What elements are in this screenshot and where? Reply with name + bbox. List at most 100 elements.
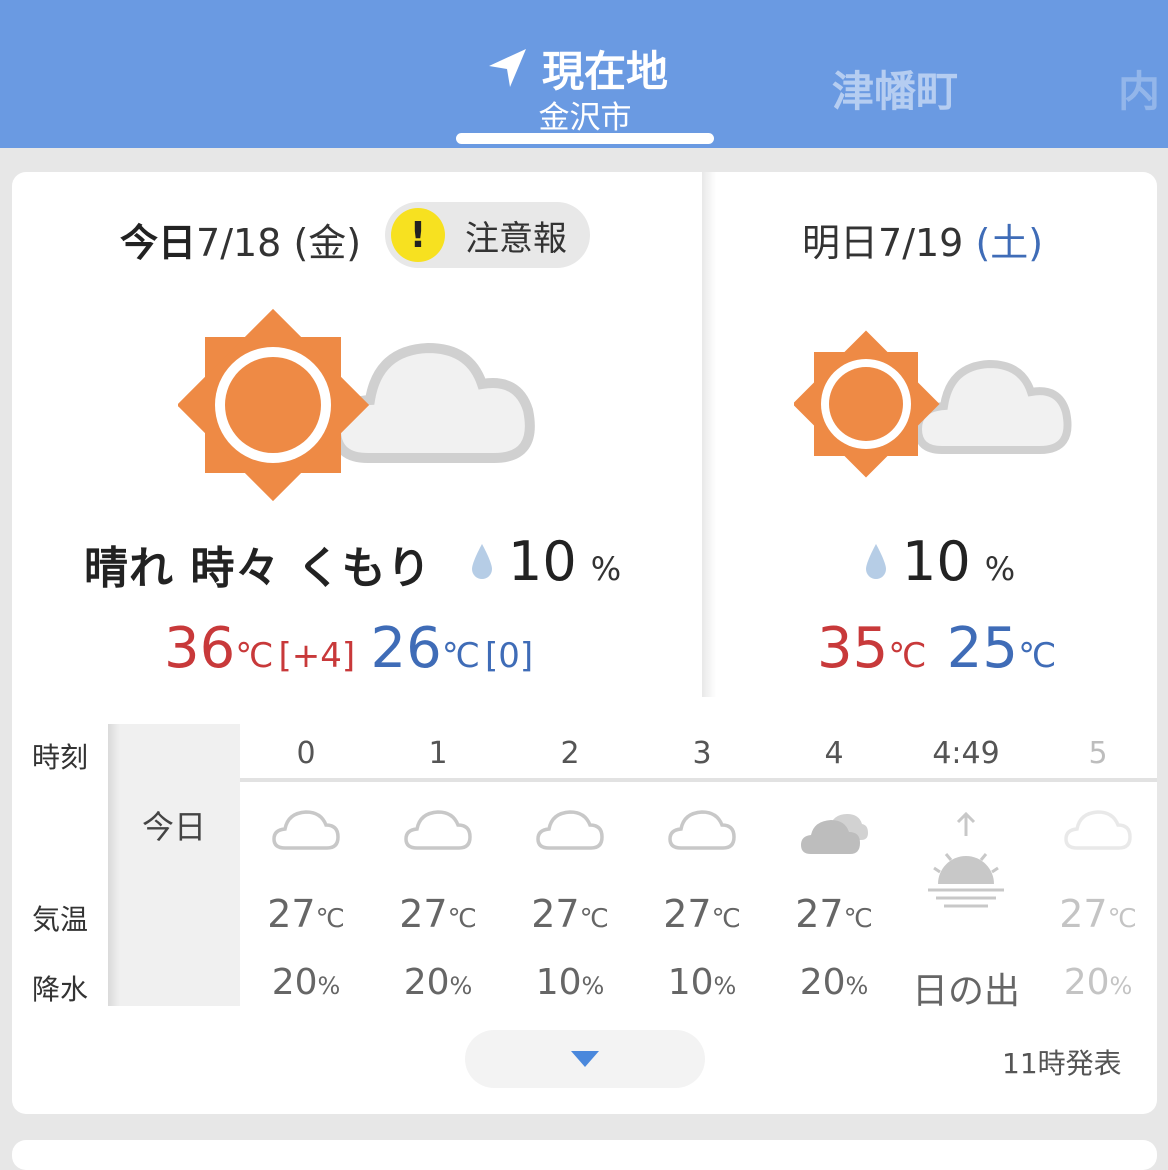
- today-high-unit: ℃: [235, 636, 274, 676]
- issued-time: 11時発表: [1002, 1047, 1122, 1080]
- today-high-value: 36: [164, 616, 236, 681]
- hour-column: 3 27℃ 10%: [636, 724, 768, 1006]
- hour-temp-unit: ℃: [447, 904, 477, 934]
- tomorrow-weekday: (土): [975, 221, 1044, 265]
- tab-current-location[interactable]: 現在地 金沢市: [456, 36, 714, 146]
- cloud-icon: [272, 810, 340, 850]
- hour-precip-value: 20: [1063, 962, 1110, 1003]
- today-low: 26℃ [0]: [370, 616, 533, 681]
- expand-forecast-button[interactable]: [465, 1030, 705, 1088]
- sun-cloud-icon: [178, 308, 535, 502]
- advisory-badge[interactable]: ! 注意報: [385, 202, 590, 268]
- today-low-diff: [0]: [485, 636, 534, 676]
- hourly-forecast[interactable]: 時刻 気温 降水 今日 0 27℃ 20% 1 27℃ 20% 2 27℃ 10…: [12, 724, 1157, 1024]
- hour-column: 2 27℃ 10%: [504, 724, 636, 1006]
- tab-tsubata[interactable]: 津幡町: [832, 58, 958, 119]
- hour-temp-unit: ℃: [843, 904, 873, 934]
- hour-precip-value: 20: [799, 962, 846, 1003]
- hour-precip-value: 10: [535, 962, 582, 1003]
- tomorrow-high-unit: ℃: [888, 636, 927, 676]
- hour-precip-unit: %: [317, 972, 341, 1000]
- hour-column: 1 27℃ 20%: [372, 724, 504, 1006]
- hour-precip: 20%: [240, 962, 372, 1003]
- hour-precip-unit: %: [713, 972, 737, 1000]
- current-location-title: 現在地: [542, 46, 669, 96]
- tomorrow-high-value: 35: [817, 616, 889, 681]
- tomorrow-low-unit: ℃: [1018, 636, 1057, 676]
- today-date: 7/18: [196, 221, 282, 265]
- hour-column: 4 27℃ 20%: [768, 724, 900, 1006]
- cloud-icon: [404, 810, 472, 850]
- today-rain-unit: %: [590, 550, 622, 588]
- hour-temp-value: 27: [1059, 892, 1108, 936]
- hour-temp-value: 27: [663, 892, 712, 936]
- hour-temp-unit: ℃: [579, 904, 609, 934]
- hour-precip: 10%: [504, 962, 636, 1003]
- hour-temp: 27℃: [1032, 892, 1157, 936]
- row-label-time: 時刻: [32, 741, 89, 774]
- hour-column-sunrise: 4:49 日の出: [900, 724, 1032, 1012]
- hour-time: 4:49: [932, 736, 1000, 771]
- cloud-icon: [536, 810, 604, 850]
- hour-temp: 27℃: [768, 892, 900, 936]
- tomorrow-rain-chance: 10%: [864, 530, 1015, 593]
- hour-column: 5 27℃ 20%: [1032, 724, 1157, 1006]
- sunrise-icon: [928, 812, 1004, 908]
- hour-precip-unit: %: [845, 972, 869, 1000]
- hour-temp-unit: ℃: [315, 904, 345, 934]
- chevron-down-icon: [571, 1051, 599, 1067]
- today-heading: 今日7/18 (金): [120, 212, 361, 267]
- today-low-value: 26: [370, 616, 442, 681]
- today-high: 36℃ [+4]: [164, 616, 355, 681]
- today-rain-chance: 10%: [470, 530, 621, 593]
- cloud-icon: [1064, 810, 1132, 850]
- location-tab-bar: 現在地 金沢市 津幡町 内: [0, 0, 1168, 148]
- today-condition: 晴れ 時々 くもり: [84, 543, 432, 594]
- today-temps: 36℃ [+4] 26℃ [0]: [164, 616, 533, 681]
- active-tab-indicator: [456, 133, 714, 144]
- hour-temp: 27℃: [636, 892, 768, 936]
- hour-precip-value: 20: [403, 962, 450, 1003]
- tomorrow-sun-cloud-icon: [794, 330, 1072, 478]
- advisory-label: 注意報: [465, 218, 567, 259]
- hour-temp-value: 27: [795, 892, 844, 936]
- warning-icon: !: [391, 208, 445, 262]
- hour-time: 4: [824, 736, 844, 771]
- hour-time: 1: [428, 736, 448, 771]
- hour-temp: 27℃: [504, 892, 636, 936]
- tomorrow-rain-value: 10: [902, 530, 971, 593]
- hour-precip-value: 10: [667, 962, 714, 1003]
- hour-precip: 20%: [1032, 962, 1157, 1003]
- warning-mark: !: [409, 214, 427, 256]
- today-label: 今日: [120, 221, 197, 265]
- tab-next-partial[interactable]: 内: [1118, 58, 1160, 119]
- tomorrow-low: 25℃: [947, 616, 1056, 681]
- hour-temp-value: 27: [267, 892, 316, 936]
- tomorrow-label: 明日: [802, 221, 879, 265]
- hour-time: 5: [1088, 736, 1108, 771]
- tomorrow-heading[interactable]: 明日7/19 (土): [802, 212, 1043, 267]
- hour-precip-unit: %: [1109, 972, 1133, 1000]
- hour-column: 0 27℃ 20%: [240, 724, 372, 1006]
- today-high-diff: [+4]: [278, 636, 356, 676]
- hour-temp-unit: ℃: [1107, 904, 1137, 934]
- current-location-city: 金沢市: [538, 100, 632, 136]
- row-label-precip: 降水: [32, 973, 89, 1006]
- forecast-card: 今日7/18 (金) ! 注意報 晴れ 時々 くもり 10% 36℃ [+4] …: [12, 172, 1157, 1114]
- raindrop-icon: [472, 544, 492, 579]
- current-location-title-row: 現在地: [486, 42, 668, 96]
- hour-time: 3: [692, 736, 712, 771]
- hour-temp: 27℃: [372, 892, 504, 936]
- today-low-unit: ℃: [441, 636, 480, 676]
- hour-precip-unit: %: [449, 972, 473, 1000]
- tomorrow-rain-unit: %: [984, 550, 1016, 588]
- location-arrow-icon: [489, 49, 526, 87]
- tomorrow-raindrop-icon: [866, 544, 886, 579]
- next-card-partial: [12, 1140, 1157, 1170]
- hour-sunrise-text: 日の出: [911, 971, 1020, 1012]
- today-rain-value: 10: [508, 530, 577, 593]
- row-label-temp: 気温: [32, 903, 89, 936]
- hour-sunrise-label: 日の出: [900, 962, 1032, 1014]
- today-panel-shadow: [702, 172, 716, 697]
- heavy-cloud-icon: [801, 814, 868, 854]
